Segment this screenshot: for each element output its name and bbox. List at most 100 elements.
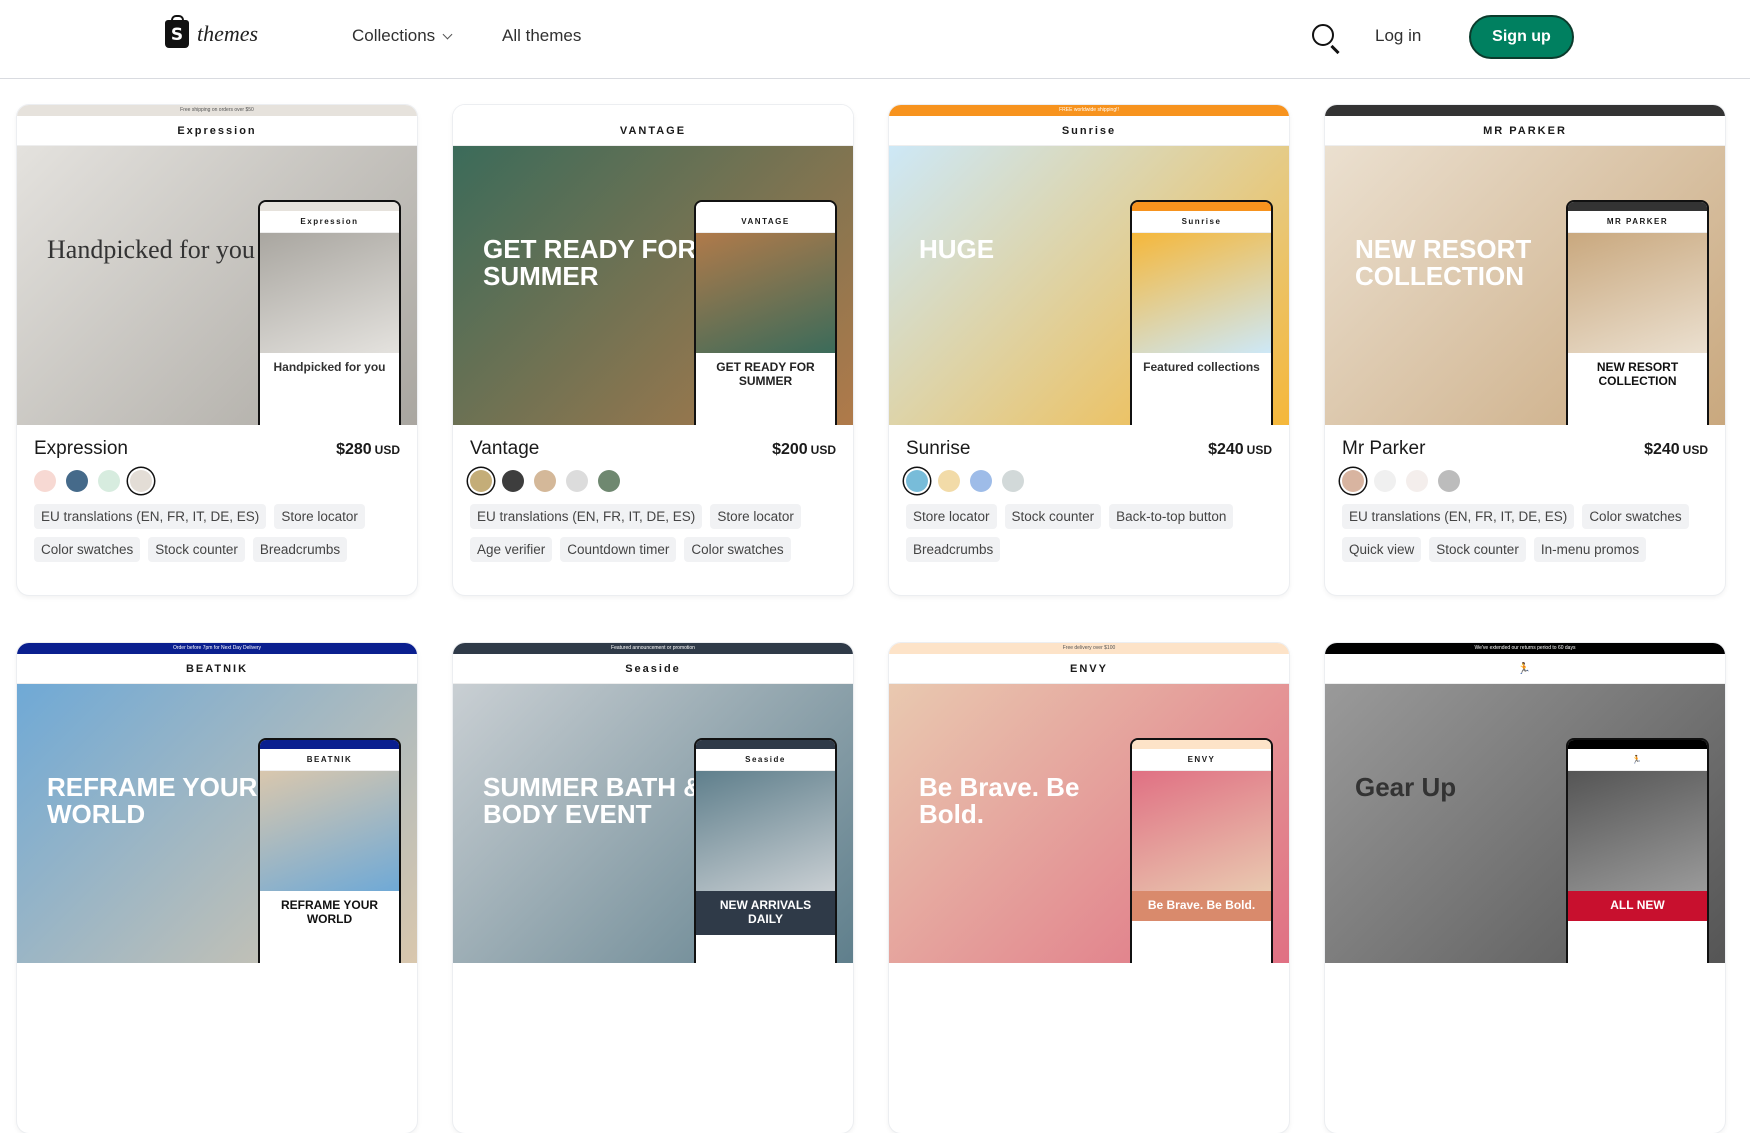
theme-name[interactable]: Vantage	[470, 438, 539, 460]
feature-tags: EU translations (EN, FR, IT, DE, ES) Stor…	[34, 504, 384, 562]
theme-preview-image[interactable]: MR PARKER NEW RESORT COLLECTION MR PARKER N…	[1325, 105, 1725, 425]
preview-mobile-mockup: ENVY Be Brave. Be Bold.	[1130, 738, 1273, 963]
theme-preview-image[interactable]: We've extended our returns period to 60 …	[1325, 643, 1725, 963]
mobile-brand: ENVY	[1132, 749, 1271, 771]
price-currency: USD	[810, 443, 836, 457]
color-swatch[interactable]	[970, 470, 992, 492]
theme-card[interactable]: Free shipping on orders over $50 Expressi…	[17, 105, 417, 595]
mobile-headline: REFRAME YOUR WORLD	[280, 898, 379, 926]
theme-info: Sunrise $240 USD Store locator Stock counter…	[906, 438, 1272, 562]
title-row: Sunrise $240 USD	[906, 438, 1272, 460]
theme-name[interactable]: Sunrise	[906, 438, 970, 460]
color-swatch[interactable]	[938, 470, 960, 492]
color-swatch[interactable]	[502, 470, 524, 492]
signup-button[interactable]: Sign up	[1469, 15, 1574, 59]
title-row: Expression $280 USD	[34, 438, 400, 460]
theme-card[interactable]: MR PARKER NEW RESORT COLLECTION MR PARKER N…	[1325, 105, 1725, 595]
preview-headline: NEW RESORT COLLECTION	[1355, 234, 1532, 292]
theme-price: $240 USD	[1644, 441, 1708, 459]
mobile-announcement-bar	[1132, 202, 1271, 211]
color-swatch[interactable]	[906, 470, 928, 492]
color-swatch[interactable]	[34, 470, 56, 492]
theme-preview-image[interactable]: FREE worldwide shipping!! Sunrise HUGE Sunr…	[889, 105, 1289, 425]
login-link[interactable]: Log in	[1375, 26, 1421, 46]
color-swatch[interactable]	[1438, 470, 1460, 492]
preview-brand: Seaside	[453, 654, 853, 684]
theme-preview-image[interactable]: Free delivery over $100 ENVY Be Brave. Be …	[889, 643, 1289, 963]
theme-name[interactable]: Mr Parker	[1342, 438, 1425, 460]
theme-card[interactable]: Free delivery over $100 ENVY Be Brave. Be …	[889, 643, 1289, 1133]
color-swatch[interactable]	[1002, 470, 1024, 492]
color-swatch[interactable]	[66, 470, 88, 492]
search-icon[interactable]	[1312, 24, 1334, 46]
feature-tag: Breadcrumbs	[906, 537, 1001, 562]
mobile-hero	[260, 771, 399, 891]
preview-announcement-bar: FREE worldwide shipping!!	[889, 105, 1289, 116]
feature-tag: Back-to-top button	[1109, 504, 1234, 529]
color-swatch[interactable]	[534, 470, 556, 492]
theme-card[interactable]: Order before 7pm for Next Day Delivery BE…	[17, 643, 417, 1133]
color-swatch[interactable]	[598, 470, 620, 492]
preview-announcement-bar: Order before 7pm for Next Day Delivery	[17, 643, 417, 654]
preview-announcement-bar: Featured announcement or promotion	[453, 643, 853, 654]
theme-card[interactable]: VANTAGE GET READY FOR SUMMER VANTAGE GET RE…	[453, 105, 853, 595]
color-swatch[interactable]	[470, 470, 492, 492]
mobile-announcement-bar	[1568, 740, 1707, 749]
color-swatch[interactable]	[1406, 470, 1428, 492]
color-swatch[interactable]	[566, 470, 588, 492]
mobile-hero	[1568, 771, 1707, 891]
feature-tag: Color swatches	[1582, 504, 1689, 529]
mobile-hero	[1132, 771, 1271, 891]
color-swatch[interactable]	[1342, 470, 1364, 492]
color-swatches	[470, 470, 836, 492]
theme-info: Vantage $200 USD EU translations (EN, FR, I…	[470, 438, 836, 562]
theme-name[interactable]: Expression	[34, 438, 128, 460]
color-swatches	[34, 470, 400, 492]
color-swatch[interactable]	[98, 470, 120, 492]
preview-headline: Be Brave. Be Bold.	[919, 772, 1080, 830]
feature-tag: Age verifier	[470, 537, 553, 562]
mobile-headline: NEW RESORT COLLECTION	[1596, 360, 1679, 388]
shopify-themes-logo[interactable]: S themes	[165, 15, 258, 48]
theme-preview-image[interactable]: Free shipping on orders over $50 Expressi…	[17, 105, 417, 425]
color-swatch[interactable]	[130, 470, 152, 492]
theme-card[interactable]: We've extended our returns period to 60 …	[1325, 643, 1725, 1133]
feature-tag: Color swatches	[684, 537, 791, 562]
mobile-brand: Sunrise	[1132, 211, 1271, 233]
price-value: $200	[772, 441, 808, 458]
feature-tag: EU translations (EN, FR, IT, DE, ES)	[470, 504, 703, 529]
theme-preview-image[interactable]: Order before 7pm for Next Day Delivery BE…	[17, 643, 417, 963]
theme-card[interactable]: Featured announcement or promotion Seasid…	[453, 643, 853, 1133]
preview-headline: Gear Up	[1355, 772, 1457, 802]
preview-announcement-bar	[1325, 105, 1725, 116]
title-row: Mr Parker $240 USD	[1342, 438, 1708, 460]
color-swatches	[906, 470, 1272, 492]
color-swatch[interactable]	[1374, 470, 1396, 492]
preview-announcement-bar: We've extended our returns period to 60 …	[1325, 643, 1725, 654]
nav-all-themes-label: All themes	[502, 26, 582, 45]
nav-all-themes[interactable]: All themes	[502, 26, 581, 46]
nav-collections[interactable]: Collections	[352, 26, 453, 46]
mobile-headline: Be Brave. Be Bold.	[1132, 891, 1271, 921]
feature-tag: Store locator	[906, 504, 997, 529]
mobile-brand: VANTAGE	[696, 211, 835, 233]
preview-brand: BEATNIK	[17, 654, 417, 684]
mobile-announcement-bar	[260, 202, 399, 211]
preview-announcement-bar: Free delivery over $100	[889, 643, 1289, 654]
theme-preview-image[interactable]: Featured announcement or promotion Seasid…	[453, 643, 853, 963]
preview-announcement-bar: Free shipping on orders over $50	[17, 105, 417, 116]
price-value: $240	[1644, 441, 1680, 458]
mobile-headline: NEW ARRIVALS DAILY	[696, 891, 835, 935]
mobile-announcement-bar	[260, 740, 399, 749]
preview-headline: REFRAME YOUR WORLD	[47, 772, 258, 830]
preview-mobile-mockup: BEATNIK REFRAME YOUR WORLD	[258, 738, 401, 963]
mobile-headline: ALL NEW	[1568, 891, 1707, 921]
mobile-announcement-bar	[696, 740, 835, 749]
mobile-announcement-bar	[696, 202, 835, 211]
preview-mobile-mockup: 🏃 ALL NEW	[1566, 738, 1709, 963]
theme-preview-image[interactable]: VANTAGE GET READY FOR SUMMER VANTAGE GET RE…	[453, 105, 853, 425]
mobile-hero	[696, 233, 835, 353]
theme-card[interactable]: FREE worldwide shipping!! Sunrise HUGE Sunr…	[889, 105, 1289, 595]
preview-mobile-mockup: MR PARKER NEW RESORT COLLECTION	[1566, 200, 1709, 425]
price-currency: USD	[1246, 443, 1272, 457]
